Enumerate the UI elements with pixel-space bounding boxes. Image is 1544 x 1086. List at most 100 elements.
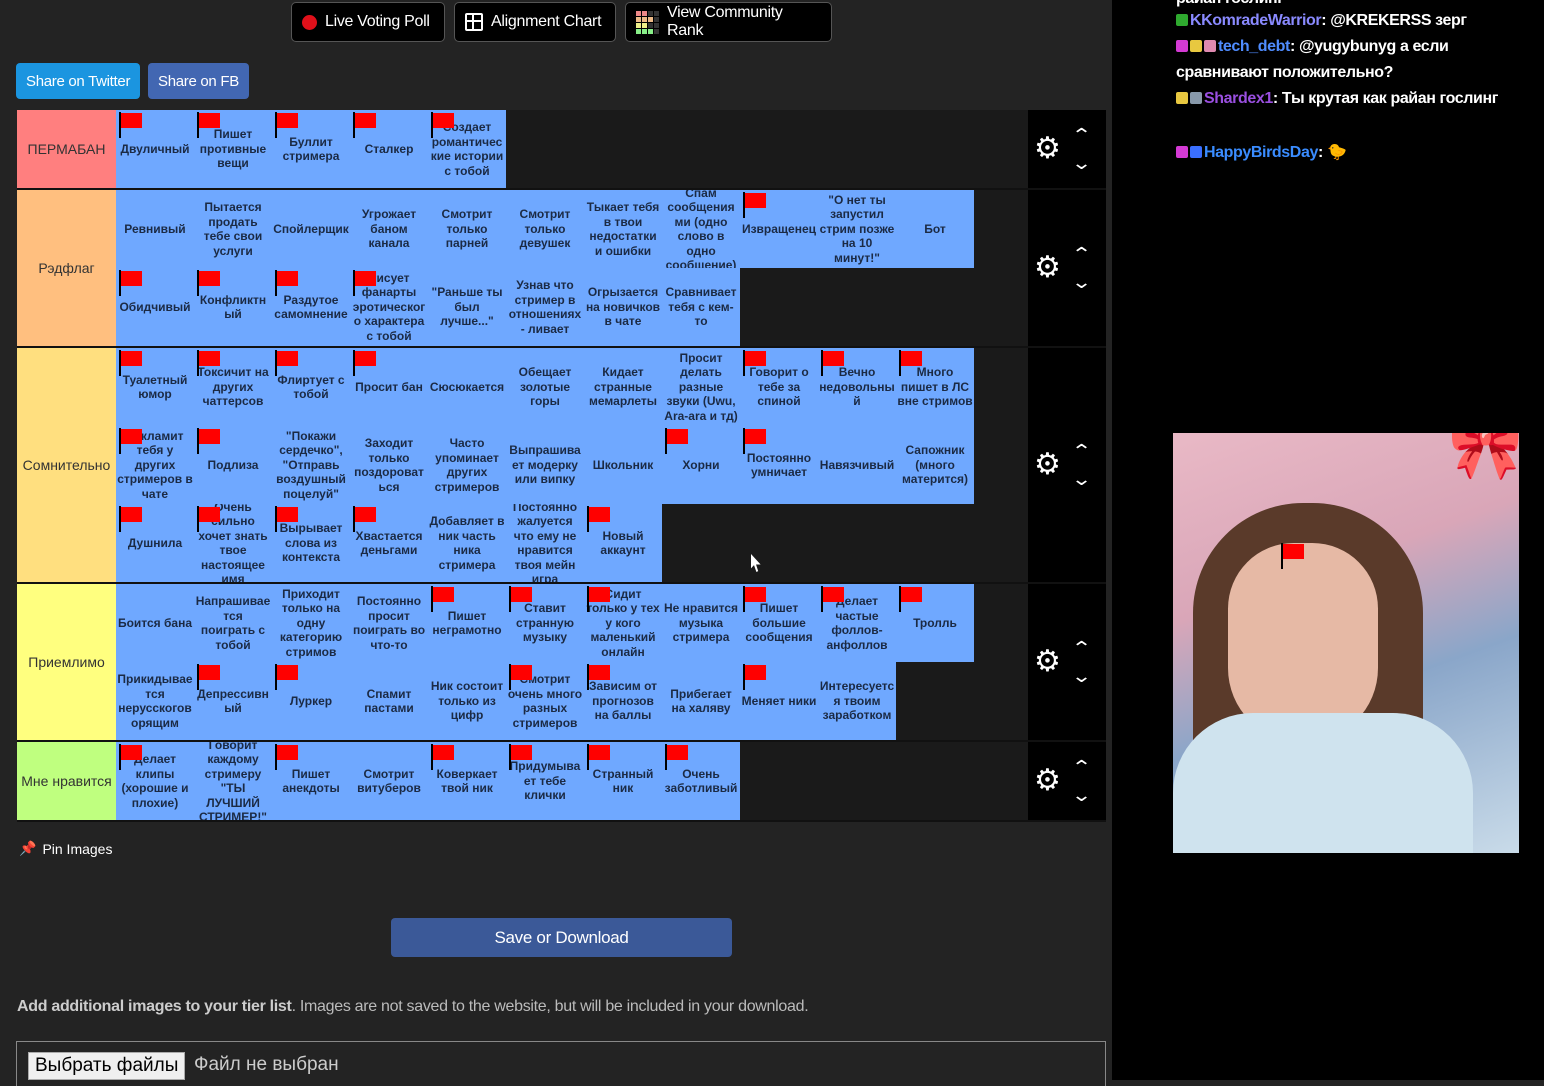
tier-item[interactable]: Раздутое самомнение xyxy=(272,268,350,346)
choose-files-button[interactable]: Выбрать файлы xyxy=(28,1052,186,1080)
tier-item[interactable]: Кидает странные мемарлеты xyxy=(584,348,662,426)
tier-item[interactable]: Ревнивый xyxy=(116,190,194,268)
tier-item[interactable]: Меняет ники xyxy=(740,662,818,740)
chat-username[interactable]: HappyBirdsDay xyxy=(1204,144,1318,161)
chevron-down-icon[interactable]: ⌄ xyxy=(1071,153,1092,173)
tier-item[interactable]: Очень сильно хочет знать твое настоящее … xyxy=(194,504,272,582)
tier-label[interactable]: Приемлимо xyxy=(17,584,116,740)
tier-item[interactable]: Добавляет в ник часть ника стримера xyxy=(428,504,506,582)
tier-item[interactable]: Говорит каждому стримеру "ТЫ ЛУЧШИЙ СТРИ… xyxy=(194,742,272,820)
tier-item[interactable]: Делает частые фоллов-анфоллов xyxy=(818,584,896,662)
tier-item[interactable]: "Раньше ты был лучше..." xyxy=(428,268,506,346)
chevron-up-icon[interactable]: ⌃ xyxy=(1071,441,1092,461)
tier-item[interactable]: Придумывает тебе клички xyxy=(506,742,584,820)
tier-item[interactable]: Спойлерщик xyxy=(272,190,350,268)
tier-item[interactable]: Навязчивый xyxy=(818,426,896,504)
tier-item[interactable]: Сидит только у тех у кого маленький онла… xyxy=(584,584,662,662)
tier-item[interactable]: Двуличный xyxy=(116,110,194,188)
tier-item[interactable]: Боится бана xyxy=(116,584,194,662)
tier-item[interactable]: Пишет анекдоты xyxy=(272,742,350,820)
gear-icon[interactable]: ⚙ xyxy=(1034,766,1061,796)
tier-item[interactable]: Смотрит очень много разных стримеров xyxy=(506,662,584,740)
tier-item[interactable]: Школьник xyxy=(584,426,662,504)
tier-item[interactable]: Приходит только на одну категорию стримо… xyxy=(272,584,350,662)
chevron-up-icon[interactable]: ⌃ xyxy=(1071,638,1092,658)
tier-item[interactable]: Сравнивает тебя с кем-то xyxy=(662,268,740,346)
tier-item[interactable]: Угрожает баном канала xyxy=(350,190,428,268)
tier-item[interactable]: Постоянно жалуется что ему не нравится т… xyxy=(506,504,584,582)
tier-item[interactable]: Часто упоминает других стримеров xyxy=(428,426,506,504)
chevron-up-icon[interactable]: ⌃ xyxy=(1071,244,1092,264)
tier-item[interactable]: Просит бан xyxy=(350,348,428,426)
tier-item[interactable]: Пишет неграмотно xyxy=(428,584,506,662)
tier-item[interactable]: Депрессивный xyxy=(194,662,272,740)
tier-item[interactable]: Говорит о тебе за спиной xyxy=(740,348,818,426)
tier-item[interactable]: Буллит стримера xyxy=(272,110,350,188)
tier-item[interactable]: Вечно недовольный xyxy=(818,348,896,426)
tier-item[interactable]: "Покажи сердечко", "Отправь воздушный по… xyxy=(272,426,350,504)
chevron-down-icon[interactable]: ⌄ xyxy=(1071,272,1092,292)
tier-item[interactable]: Новый аккаунт xyxy=(584,504,662,582)
tier-item[interactable]: Тыкает тебя в твои недостатки и ошибки xyxy=(584,190,662,268)
chevron-up-icon[interactable]: ⌃ xyxy=(1071,125,1092,145)
tier-item[interactable]: Постоянно просит поиграть во что-то xyxy=(350,584,428,662)
tier-item[interactable]: Рекламит тебя у других стримеров в чате xyxy=(116,426,194,504)
tier-item[interactable]: Обещает золотые горы xyxy=(506,348,584,426)
tier-item[interactable]: Рисует фанарты эротического характера с … xyxy=(350,268,428,346)
tier-item[interactable]: Подлиза xyxy=(194,426,272,504)
tier-item[interactable]: Спамит пастами xyxy=(350,662,428,740)
tier-item[interactable]: Пишет большие сообщения xyxy=(740,584,818,662)
tier-item[interactable]: Пытается продать тебе свои услуги xyxy=(194,190,272,268)
tier-item[interactable]: Ник состоит только из цифр xyxy=(428,662,506,740)
tier-item[interactable]: Очень заботливый xyxy=(662,742,740,820)
tier-item[interactable]: Заходит только поздороваться xyxy=(350,426,428,504)
pin-images-toggle[interactable]: 📌 Pin Images xyxy=(19,840,112,857)
tier-item[interactable]: Сюсюкается xyxy=(428,348,506,426)
tier-item[interactable]: Смотрит только парней xyxy=(428,190,506,268)
tier-item[interactable]: Вырывает слова из контекста xyxy=(272,504,350,582)
chat-username[interactable]: Shardex1 xyxy=(1204,90,1273,107)
tier-item[interactable]: Обидчивый xyxy=(116,268,194,346)
tier-item[interactable]: Напрашивается поиграть с тобой xyxy=(194,584,272,662)
tier-item[interactable]: Прибегает на халяву xyxy=(662,662,740,740)
tier-label[interactable]: Мне нравится xyxy=(17,742,116,820)
share-fb-button[interactable]: Share on FB xyxy=(148,63,249,99)
tier-item[interactable]: Смотрит только девушек xyxy=(506,190,584,268)
tier-item[interactable]: Зависим от прогнозов на баллы xyxy=(584,662,662,740)
gear-icon[interactable]: ⚙ xyxy=(1034,134,1061,164)
tier-item[interactable]: Извращенец xyxy=(740,190,818,268)
tier-item[interactable]: Токсичит на других чаттерсов xyxy=(194,348,272,426)
tier-item[interactable]: Сталкер xyxy=(350,110,428,188)
tier-item[interactable]: Постоянно умничает xyxy=(740,426,818,504)
tier-item[interactable]: Узнав что стример в отношениях - ливает xyxy=(506,268,584,346)
tier-item[interactable]: Коверкает твой ник xyxy=(428,742,506,820)
tier-item[interactable]: Хвастается деньгами xyxy=(350,504,428,582)
tier-item[interactable]: Просит делать разные звуки (Uwu, Ara-ara… xyxy=(662,348,740,426)
alignment-chart-button[interactable]: Alignment Chart xyxy=(454,2,616,42)
tier-item[interactable]: Пишет противные вещи xyxy=(194,110,272,188)
gear-icon[interactable]: ⚙ xyxy=(1034,450,1061,480)
tier-item[interactable]: Туалетный юмор xyxy=(116,348,194,426)
tier-label[interactable]: Сомнительно xyxy=(17,348,116,582)
tier-item[interactable]: Много пишет в ЛС вне стримов xyxy=(896,348,974,426)
tier-item[interactable]: Создает романтические истории с тобой xyxy=(428,110,506,188)
tier-item[interactable]: Сапожник (много матерится) xyxy=(896,426,974,504)
share-twitter-button[interactable]: Share on Twitter xyxy=(16,63,141,99)
tier-item[interactable]: Тролль xyxy=(896,584,974,662)
tier-item[interactable]: Прикидывается нерусскоговорящим xyxy=(116,662,194,740)
tier-item[interactable]: Конфликтный xyxy=(194,268,272,346)
gear-icon[interactable]: ⚙ xyxy=(1034,647,1061,677)
view-community-rank-button[interactable]: View Community Rank xyxy=(625,2,832,42)
chevron-down-icon[interactable]: ⌄ xyxy=(1071,666,1092,686)
chevron-down-icon[interactable]: ⌄ xyxy=(1071,469,1092,489)
chat-username[interactable]: KKomradeWarrior xyxy=(1190,12,1322,29)
tier-item[interactable]: Душнила xyxy=(116,504,194,582)
tier-item[interactable]: Хорни xyxy=(662,426,740,504)
chevron-down-icon[interactable]: ⌄ xyxy=(1071,785,1092,805)
tier-item[interactable]: Выпрашивает модерку или випку xyxy=(506,426,584,504)
tier-item[interactable]: Ставит странную музыку xyxy=(506,584,584,662)
gear-icon[interactable]: ⚙ xyxy=(1034,253,1061,283)
tier-item[interactable]: Огрызается на новичков в чате xyxy=(584,268,662,346)
tier-item[interactable]: Флиртует с тобой xyxy=(272,348,350,426)
tier-item[interactable]: Делает клипы (хорошие и плохие) xyxy=(116,742,194,820)
